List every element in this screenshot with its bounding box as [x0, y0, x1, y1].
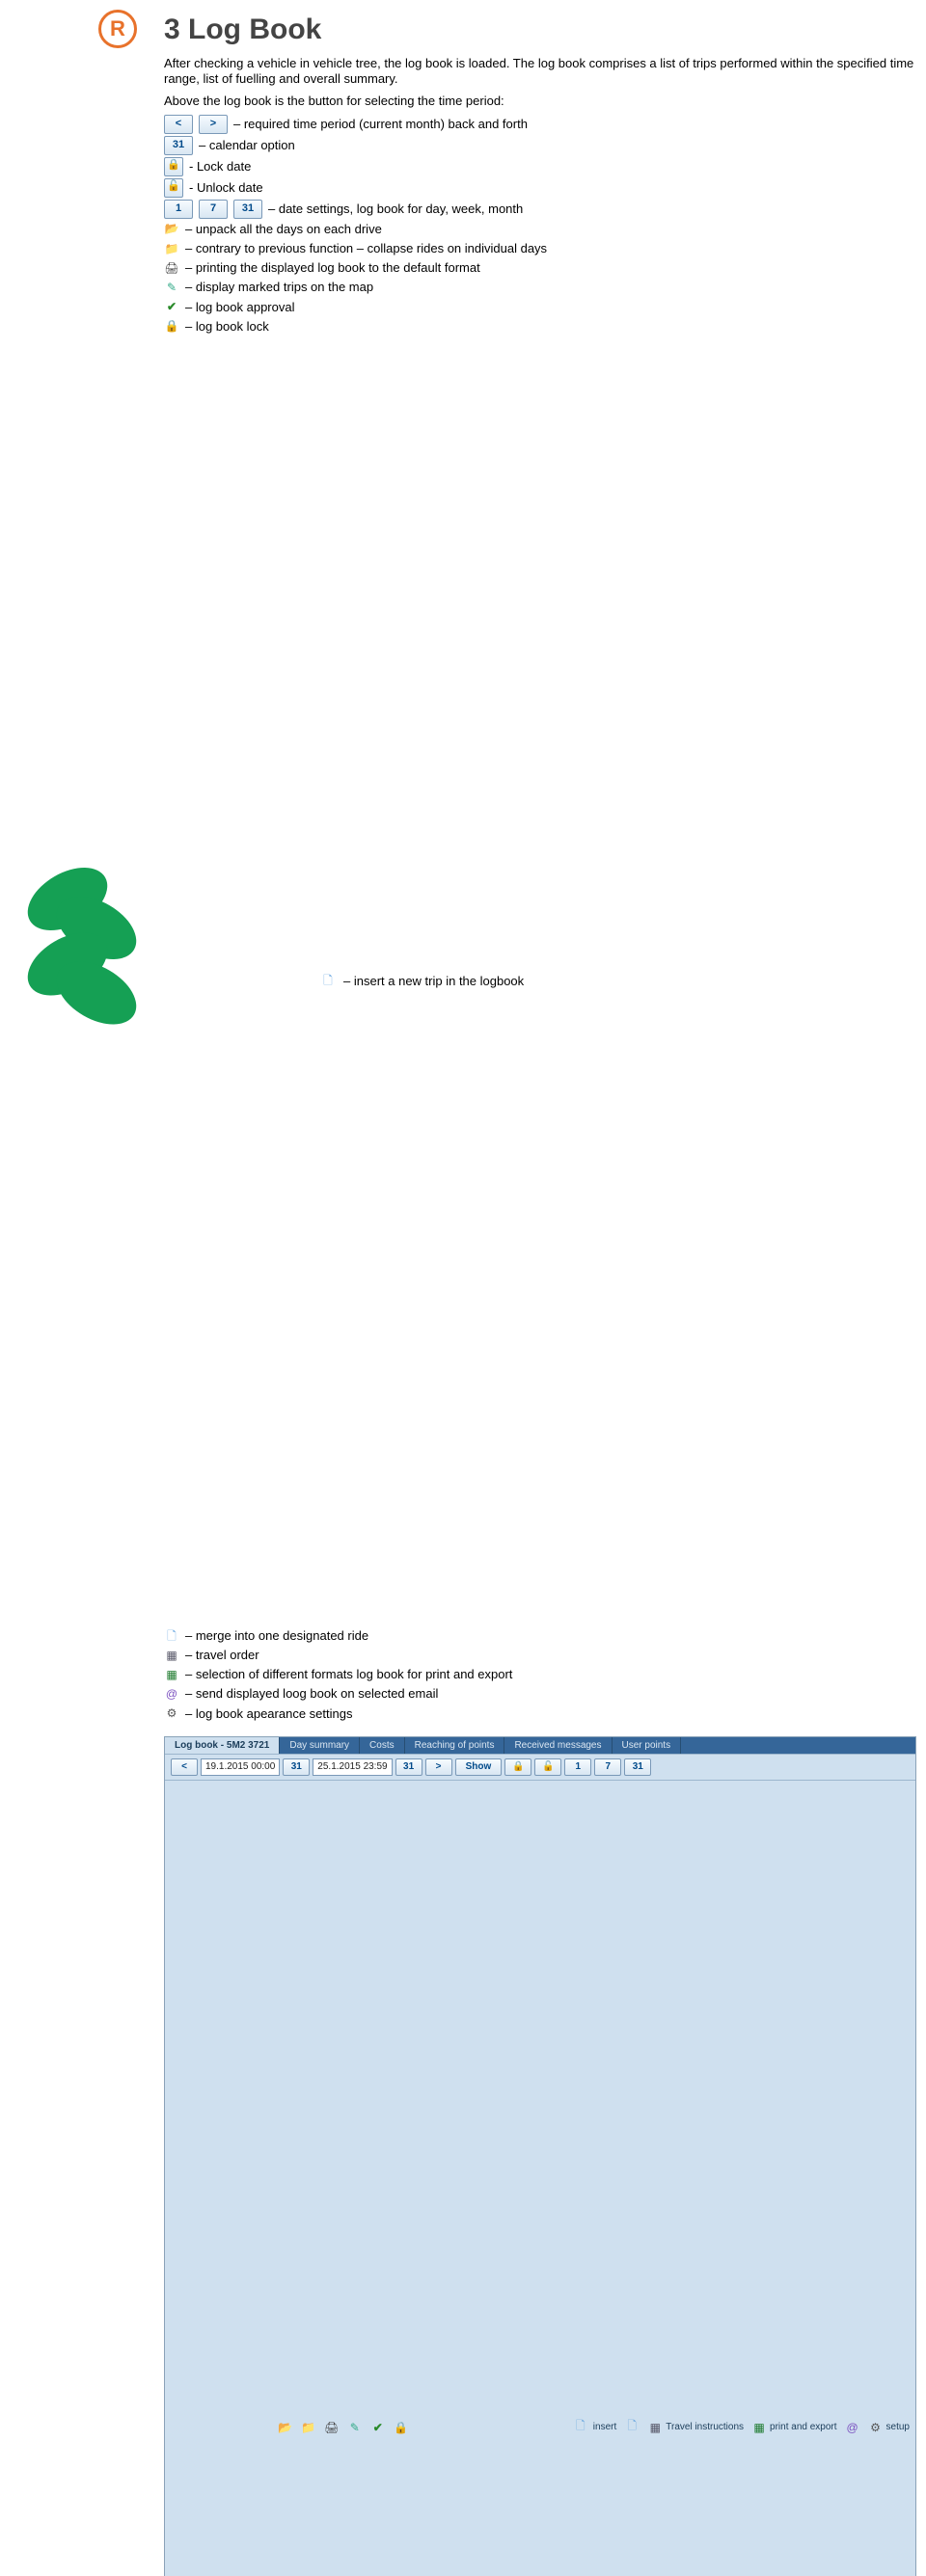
seven-day-button[interactable]: 7 — [199, 200, 228, 219]
shot-t2-setup[interactable]: ⚙setup — [868, 2420, 910, 2435]
prev-period-button[interactable]: < — [164, 115, 193, 134]
shot-t2-travel[interactable]: ▦Travel instructions — [647, 2420, 744, 2435]
shot-31-button[interactable]: 31 — [624, 1758, 651, 1776]
intro-paragraph-2: Above the log book is the button for sel… — [164, 94, 916, 109]
shot-t2-approve[interactable]: ✔ — [370, 2420, 386, 2435]
excel-icon: ▦ — [164, 1667, 179, 1682]
shot-t2-printexp[interactable]: ▦print and export — [751, 2420, 837, 2435]
calendar-option-text: – calendar option — [199, 137, 295, 154]
shot-lock-button[interactable]: 🔒 — [504, 1758, 531, 1776]
travel-order-icon: ▦ — [164, 1648, 179, 1663]
brand-watermark: R WEBDISPEČINK — [0, 0, 154, 1060]
shot-t2-collapse[interactable]: 📁 — [301, 2420, 316, 2435]
shot-t2-print[interactable]: 🖨 — [324, 2420, 340, 2435]
mail-icon: @ — [164, 1687, 179, 1703]
shot-tab-1[interactable]: Day summary — [280, 1737, 360, 1754]
shot-tab-2[interactable]: Costs — [360, 1737, 405, 1754]
shot-t2-insert[interactable]: 🗋insert — [417, 1784, 616, 2576]
next-period-button[interactable]: > — [199, 115, 228, 134]
shot-to-input[interactable]: 25.1.2015 23:59 — [313, 1758, 392, 1776]
calendar-button[interactable]: 31 — [164, 136, 193, 155]
unpack-text: – unpack all the days on each drive — [185, 221, 382, 238]
lock-date-text: - Lock date — [189, 158, 251, 175]
page-title: 3 Log Book — [164, 13, 916, 46]
travel-text: – travel order — [185, 1647, 259, 1664]
appearance-text: – log book apearance settings — [185, 1705, 352, 1723]
shot-tab-0[interactable]: Log book - 5M2 3721 — [165, 1737, 280, 1754]
shot-t2-unpack[interactable]: 📂 — [278, 2420, 293, 2435]
lock-date-button[interactable] — [164, 157, 183, 176]
date-settings-text: – date settings, log book for day, week,… — [268, 201, 523, 218]
shot-1-button[interactable]: 1 — [564, 1758, 591, 1776]
logo-icon — [10, 848, 154, 1054]
collapse-icon: 📁 — [164, 241, 179, 256]
unlock-date-button[interactable] — [164, 178, 183, 198]
shot-next-button[interactable]: > — [425, 1758, 452, 1776]
lock-icon: 🔒 — [164, 319, 179, 335]
approval-icon: ✔ — [164, 300, 179, 315]
shot-from-input[interactable]: 19.1.2015 00:00 — [201, 1758, 280, 1776]
map-icon: ✎ — [164, 280, 179, 295]
one-day-button[interactable]: 1 — [164, 200, 193, 219]
approval-text: – log book approval — [185, 299, 294, 316]
selection-text: – selection of different formats log boo… — [185, 1666, 512, 1683]
new-trip-icon: 🗋 — [164, 337, 338, 1625]
thirtyone-day-button[interactable]: 31 — [233, 200, 262, 219]
display-marked-text: – display marked trips on the map — [185, 279, 373, 296]
shot-tab-3[interactable]: Reaching of points — [405, 1737, 505, 1754]
shot-t2-mail[interactable]: @ — [845, 2420, 860, 2435]
shot-t2-map[interactable]: ✎ — [347, 2420, 363, 2435]
contrary-text: – contrary to previous function – collap… — [185, 240, 547, 257]
registered-icon: R — [98, 10, 137, 48]
shot-prev-button[interactable]: < — [171, 1758, 198, 1776]
intro-paragraph-1: After checking a vehicle in vehicle tree… — [164, 56, 916, 88]
shot-cal2-button[interactable]: 31 — [395, 1758, 422, 1776]
send-text: – send displayed loog book on selected e… — [185, 1685, 438, 1703]
shot-t2-lock[interactable]: 🔒 — [394, 2420, 409, 2435]
insert-text: – insert a new trip in the logbook — [343, 973, 524, 990]
logbook-screenshot: Log book - 5M2 3721Day summaryCostsReach… — [164, 1736, 916, 2576]
shot-tab-5[interactable]: User points — [613, 1737, 682, 1754]
lock-text: – log book lock — [185, 318, 269, 335]
shot-tab-4[interactable]: Received messages — [504, 1737, 612, 1754]
shot-cal1-button[interactable]: 31 — [283, 1758, 310, 1776]
shot-t2-merge[interactable]: 🗋 — [624, 2420, 640, 2435]
unpack-icon: 📂 — [164, 222, 179, 237]
shot-7-button[interactable]: 7 — [594, 1758, 621, 1776]
shot-unlock-button[interactable]: 🔓 — [534, 1758, 561, 1776]
unlock-date-text: - Unlock date — [189, 179, 263, 197]
required-period-text: – required time period (current month) b… — [233, 116, 528, 133]
printing-text: – printing the displayed log book to the… — [185, 259, 480, 277]
merge-text: – merge into one designated ride — [185, 1627, 368, 1645]
print-icon: 🖨 — [164, 260, 179, 276]
shot-show-button[interactable]: Show — [455, 1758, 503, 1776]
gear-icon: ⚙ — [164, 1706, 179, 1722]
merge-icon: 🗋 — [164, 1628, 179, 1644]
